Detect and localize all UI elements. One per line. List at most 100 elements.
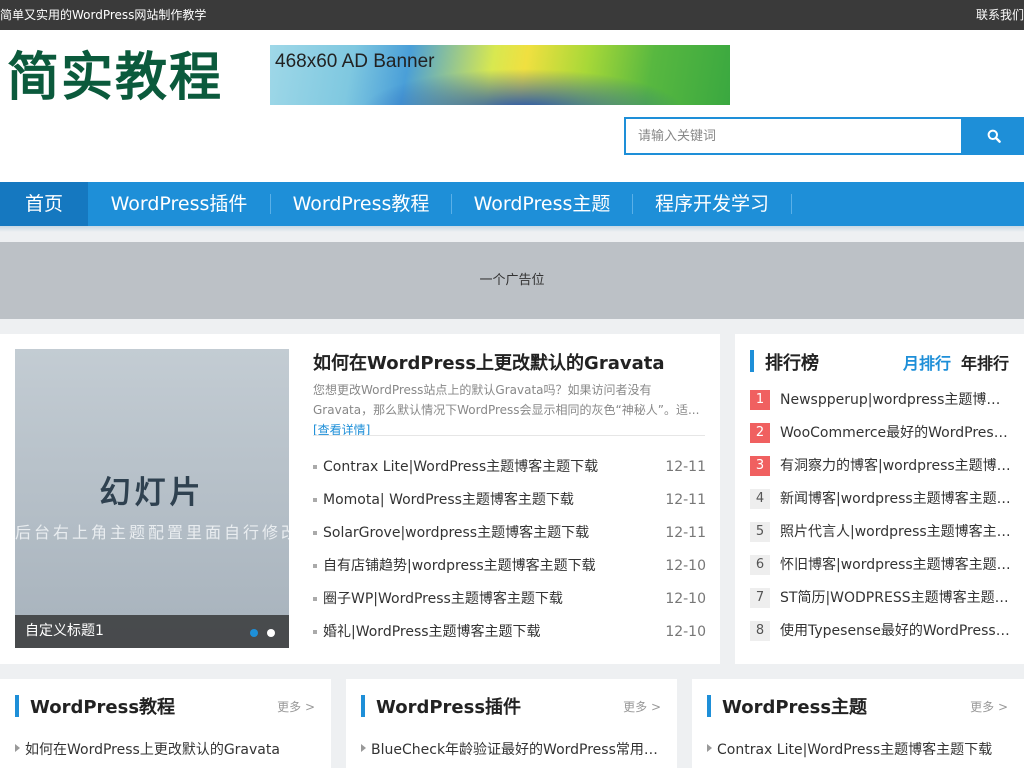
site-header: 简实教程 468x60 AD Banner xyxy=(0,30,1024,182)
nav-divider xyxy=(791,194,792,214)
tab-monthly[interactable]: 月排行 xyxy=(903,350,951,374)
contact-link[interactable]: 联系我们 xyxy=(976,0,1024,30)
search-icon xyxy=(987,129,1001,143)
ranking-item-title[interactable]: 有洞察力的博客|wordpress主题博客主题下载 xyxy=(780,454,1012,478)
ranking-item-title[interactable]: 新闻博客|wordpress主题博客主题下载 xyxy=(780,487,1012,511)
slide-title: 幻灯片 xyxy=(99,475,205,511)
rank-number: 3 xyxy=(750,456,770,476)
rank-number: 4 xyxy=(750,489,770,509)
ranking-item: 7 ST简历|WODPRESS主题博客主题下载 xyxy=(750,586,1012,619)
nav-item-themes[interactable]: WordPress主题 xyxy=(452,182,632,226)
bullet-icon xyxy=(313,630,317,634)
list-item: 婚礼|WordPress主题博客主题下载 12-10 xyxy=(313,616,707,649)
more-link[interactable]: 更多 > xyxy=(970,698,1008,715)
list-item: 圈子WP|WordPress主题博客主题下载 12-10 xyxy=(313,583,707,616)
post-title[interactable]: Momota| WordPress主题博客主题下载 xyxy=(323,484,574,517)
rank-number: 8 xyxy=(750,621,770,641)
list-item: Momota| WordPress主题博客主题下载 12-11 xyxy=(313,484,707,517)
featured-panel: 幻灯片 后台右上角主题配置里面自行修改 自定义标题1 如何在WordPress上… xyxy=(0,334,720,664)
nav-item-dev[interactable]: 程序开发学习 xyxy=(633,182,791,226)
triangle-right-icon xyxy=(15,744,20,752)
bullet-icon xyxy=(313,531,317,535)
section-item-title: 如何在WordPress上更改默认的Gravata xyxy=(25,742,280,758)
ranking-item: 2 WooCommerce最好的WordPress插件 xyxy=(750,421,1012,454)
ranking-item-title[interactable]: ST简历|WODPRESS主题博客主题下载 xyxy=(780,586,1012,610)
divider xyxy=(313,435,705,436)
top-bar: 简单又实用的WordPress网站制作教学 联系我们 xyxy=(0,0,1024,30)
bullet-icon xyxy=(313,465,317,469)
nav-item-home[interactable]: 首页 xyxy=(0,182,88,226)
ranking-item: 8 使用Typesense最好的WordPress搜索插件 xyxy=(750,619,1012,652)
section-title: WordPress教程 xyxy=(30,697,176,718)
site-logo[interactable]: 简实教程 xyxy=(7,48,223,108)
slider-dot-1[interactable] xyxy=(250,629,258,637)
ranking-item: 4 新闻博客|wordpress主题博客主题下载 xyxy=(750,487,1012,520)
ranking-item: 1 Newspperup|wordpress主题博客主题下载 xyxy=(750,388,1012,421)
bullet-icon xyxy=(313,597,317,601)
main-nav: 首页 WordPress插件 WordPress教程 WordPress主题 程… xyxy=(0,182,1024,226)
ranking-panel: 排行榜 月排行 年排行 1 Newspperup|wordpress主题博客主题下… xyxy=(735,334,1024,664)
post-title[interactable]: SolarGrove|wordpress主题博客主题下载 xyxy=(323,517,589,550)
ad-banner[interactable]: 468x60 AD Banner xyxy=(270,45,730,105)
ranking-item: 5 照片代言人|wordpress主题博客主题下载 xyxy=(750,520,1012,553)
list-item: Contrax Lite|WordPress主题博客主题下载 12-11 xyxy=(313,451,707,484)
triangle-right-icon xyxy=(707,744,712,752)
slide-caption-text: 自定义标题1 xyxy=(25,623,104,639)
ranking-item: 6 怀旧博客|wordpress主题博客主题下载 xyxy=(750,553,1012,586)
post-date: 12-10 xyxy=(665,558,706,574)
post-title[interactable]: 圈子WP|WordPress主题博客主题下载 xyxy=(323,583,563,616)
ranking-title: 排行榜 xyxy=(765,353,819,374)
search-button[interactable] xyxy=(963,117,1024,155)
post-date: 12-11 xyxy=(665,492,706,508)
bullet-icon xyxy=(313,564,317,568)
ranking-item: 3 有洞察力的博客|wordpress主题博客主题下载 xyxy=(750,454,1012,487)
section-item-title: BlueCheck年龄验证最好的WordPress常用插件 xyxy=(371,742,661,758)
rank-number: 5 xyxy=(750,522,770,542)
triangle-right-icon xyxy=(361,744,366,752)
post-title[interactable]: 婚礼|WordPress主题博客主题下载 xyxy=(323,616,541,649)
bullet-icon xyxy=(313,498,317,502)
list-item: SolarGrove|wordpress主题博客主题下载 12-11 xyxy=(313,517,707,550)
ranking-item-title[interactable]: 使用Typesense最好的WordPress搜索插件 xyxy=(780,619,1012,643)
ranking-item-title[interactable]: Newspperup|wordpress主题博客主题下载 xyxy=(780,388,1012,412)
ranking-item-title[interactable]: 怀旧博客|wordpress主题博客主题下载 xyxy=(780,553,1012,577)
rank-number: 1 xyxy=(750,390,770,410)
section-accent-bar xyxy=(707,695,711,717)
search-input[interactable] xyxy=(624,117,963,155)
image-slider[interactable]: 幻灯片 后台右上角主题配置里面自行修改 自定义标题1 xyxy=(15,349,289,648)
ranking-item-title[interactable]: WooCommerce最好的WordPress插件 xyxy=(780,421,1012,445)
section-box-tutorials: WordPress教程 更多 > 如何在WordPress上更改默认的Grava… xyxy=(0,679,331,768)
rank-number: 7 xyxy=(750,588,770,608)
slider-dot-2[interactable] xyxy=(267,629,275,637)
section-box-themes: WordPress主题 更多 > Contrax Lite|WordPress主… xyxy=(692,679,1024,768)
post-date: 12-11 xyxy=(665,459,706,475)
featured-title[interactable]: 如何在WordPress上更改默认的Gravata xyxy=(313,349,664,375)
section-item[interactable]: BlueCheck年龄验证最好的WordPress常用插件 xyxy=(361,739,661,759)
nav-item-tutorials[interactable]: WordPress教程 xyxy=(271,182,451,226)
more-link[interactable]: 更多 > xyxy=(277,698,315,715)
section-item[interactable]: Contrax Lite|WordPress主题博客主题下载 xyxy=(707,739,1007,759)
site-tagline: 简单又实用的WordPress网站制作教学 xyxy=(0,8,207,22)
post-title[interactable]: 自有店铺趋势|wordpress主题博客主题下载 xyxy=(323,550,596,583)
section-item[interactable]: 如何在WordPress上更改默认的Gravata xyxy=(15,739,315,759)
search-form xyxy=(624,117,1024,155)
ranking-list: 1 Newspperup|wordpress主题博客主题下载 2 WooCommer… xyxy=(750,388,1012,652)
section-accent-bar xyxy=(15,695,19,717)
section-accent-bar xyxy=(750,350,754,372)
post-date: 12-10 xyxy=(665,624,706,640)
section-item-title: Contrax Lite|WordPress主题博客主题下载 xyxy=(717,742,993,758)
ad-placeholder[interactable]: 一个广告位 xyxy=(0,242,1024,319)
ad-banner-label: 468x60 AD Banner xyxy=(275,51,435,72)
rank-number: 6 xyxy=(750,555,770,575)
ranking-item-title[interactable]: 照片代言人|wordpress主题博客主题下载 xyxy=(780,520,1012,544)
slide-subtitle: 后台右上角主题配置里面自行修改 xyxy=(15,523,289,542)
section-title: WordPress插件 xyxy=(376,697,522,718)
post-list: Contrax Lite|WordPress主题博客主题下载 12-11 Momo… xyxy=(313,451,707,649)
rank-number: 2 xyxy=(750,423,770,443)
nav-shadow xyxy=(0,226,1024,232)
tab-yearly[interactable]: 年排行 xyxy=(961,350,1009,374)
post-title[interactable]: Contrax Lite|WordPress主题博客主题下载 xyxy=(323,451,598,484)
more-link[interactable]: 更多 > xyxy=(623,698,661,715)
nav-item-plugins[interactable]: WordPress插件 xyxy=(88,182,270,226)
post-date: 12-10 xyxy=(665,591,706,607)
